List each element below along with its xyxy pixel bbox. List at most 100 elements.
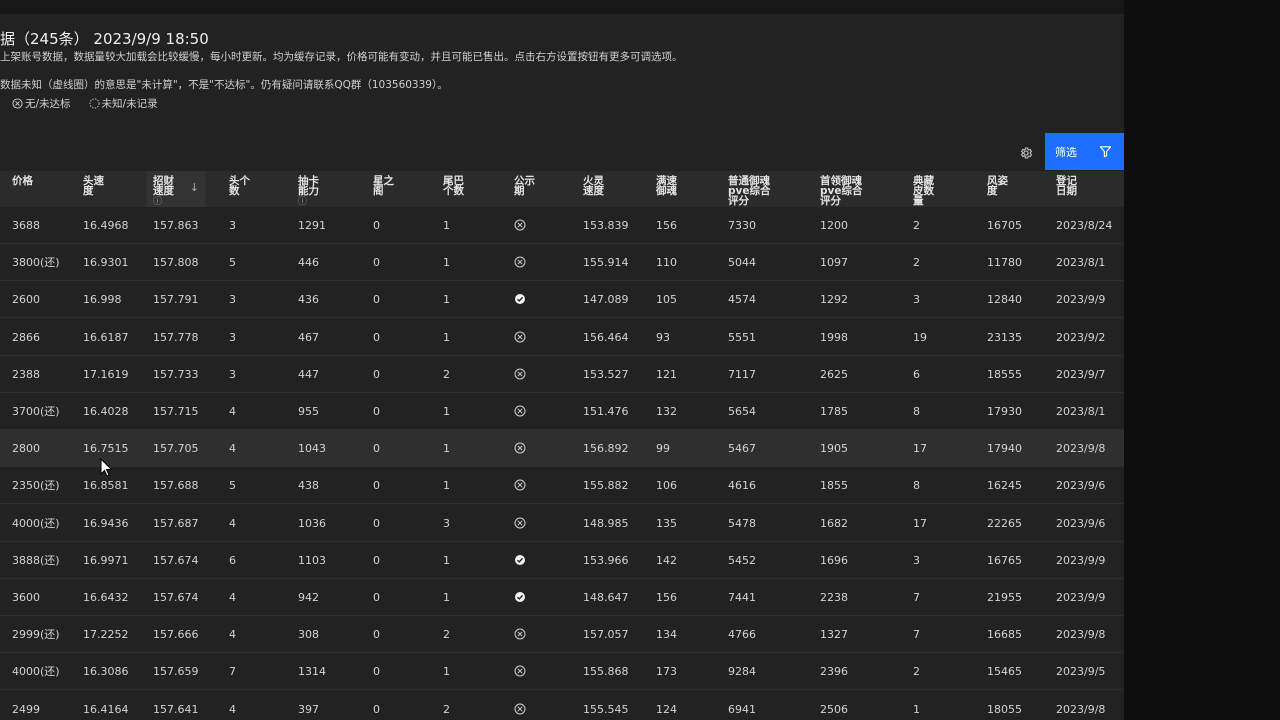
cell-pve_lead: 2506 — [820, 702, 848, 716]
check-circle-icon — [515, 554, 525, 565]
table-row[interactable]: 4000(还) 16.9436 157.687 4 1036 0 3 148.985 135 54… — [0, 505, 1124, 542]
cell-price: 3888(还) — [12, 553, 60, 567]
circle-x-icon — [514, 256, 526, 268]
column-header-xing[interactable]: 星之阁 — [373, 175, 413, 197]
info-icon[interactable]: ⓘ — [153, 197, 162, 207]
column-header-recruit_speed[interactable]: 招财速度 ⓘ ↓ — [147, 171, 205, 207]
cell-pve_lead: 1200 — [820, 219, 848, 232]
cell-pve_lead: 1682 — [820, 516, 848, 530]
cell-recruit_speed: 157.687 — [153, 516, 199, 530]
column-header-label: 首领御魂pve综合评分 — [820, 175, 863, 207]
table-row[interactable]: 2350(还) 16.8581 157.688 5 438 0 1 155.882 106 461… — [0, 467, 1124, 505]
cell-skin: 19 — [913, 330, 927, 344]
cell-skin: 7 — [913, 591, 920, 604]
cell-head_count: 4 — [229, 628, 236, 642]
table-row[interactable]: 3600 16.6432 157.674 4 942 0 1 148.647 156 7441 22… — [0, 579, 1124, 616]
funnel-icon — [1099, 146, 1112, 158]
table-row[interactable]: 4000(还) 16.3086 157.659 7 1314 0 1 155.868 173 92… — [0, 653, 1124, 691]
table-row[interactable]: 2499 16.4164 157.641 4 397 0 2 155.545 124 6941 25… — [0, 691, 1124, 720]
cell-pve: 5467 — [728, 442, 756, 456]
cell-full: 156 — [656, 591, 677, 604]
cell-tail: 1 — [443, 256, 450, 270]
column-header-public[interactable]: 公示期 — [514, 176, 554, 197]
column-header-style[interactable]: 风姿度 — [987, 176, 1027, 197]
cell-head_speed: 16.9301 — [83, 256, 129, 270]
cell-tail: 3 — [443, 516, 450, 530]
cell-pve: 6941 — [728, 702, 756, 716]
column-header-pve_lead[interactable]: 首领御魂pve综合评分 — [820, 176, 862, 207]
filter-button-label: 筛选 — [1055, 145, 1077, 159]
cell-pve: 9284 — [728, 665, 756, 679]
column-header-label: 星之阁 — [373, 175, 394, 197]
cell-head_speed: 16.4028 — [83, 405, 129, 418]
circle-x-icon — [514, 517, 526, 529]
table-row[interactable]: 2600 16.998 157.791 3 436 0 1 147.089 105 4574 129… — [0, 281, 1124, 319]
table-row[interactable]: 2999(还) 17.2252 157.666 4 308 0 2 157.057 134 476… — [0, 616, 1124, 654]
column-header-fire[interactable]: 火灵速度 — [583, 176, 623, 197]
column-header-date[interactable]: 登记日期 — [1056, 176, 1096, 197]
cell-tail: 1 — [443, 293, 450, 307]
table-row[interactable]: 2388 17.1619 157.733 3 447 0 2 153.527 121 7117 26… — [0, 356, 1124, 393]
table-row[interactable]: 3888(还) 16.9971 157.674 6 1103 0 1 153.966 142 54… — [0, 542, 1124, 579]
cell-head_count: 4 — [229, 442, 236, 456]
column-header-label: 满速御魂 — [656, 175, 677, 197]
cell-full: 156 — [656, 219, 677, 232]
cell-date: 2023/9/8 — [1056, 442, 1106, 456]
column-header-price[interactable]: 价格 — [12, 176, 52, 187]
cell-pve_lead: 1696 — [820, 553, 848, 567]
cell-head_count: 5 — [229, 479, 236, 493]
cell-pve_lead: 2396 — [820, 665, 848, 679]
cell-skin: 7 — [913, 628, 920, 642]
column-header-head_speed[interactable]: 头速度 — [83, 176, 123, 197]
cell-tail: 1 — [443, 442, 450, 456]
cell-full: 105 — [656, 293, 677, 307]
table-row[interactable]: 3800(还) 16.9301 157.808 5 446 0 1 155.914 110 504… — [0, 244, 1124, 282]
cell-xing: 0 — [373, 665, 380, 679]
column-header-tail[interactable]: 尾巴个数 — [443, 176, 483, 197]
table-row[interactable]: 3700(还) 16.4028 157.715 4 955 0 1 151.476 132 565… — [0, 393, 1124, 430]
cell-tail: 1 — [443, 665, 450, 679]
table-row[interactable]: 3688 16.4968 157.863 3 1291 0 1 153.839 156 7330 1… — [0, 207, 1124, 244]
filter-button[interactable]: 筛选 — [1045, 133, 1124, 170]
cell-xing: 0 — [373, 405, 380, 418]
table-row[interactable]: 2866 16.6187 157.778 3 467 0 1 156.464 93 5551 199… — [0, 319, 1124, 356]
cell-recruit_speed: 157.688 — [153, 479, 199, 493]
column-header-skin[interactable]: 典藏皮数量 — [913, 175, 953, 207]
sort-down-icon[interactable]: ↓ — [190, 182, 199, 193]
cell-date: 2023/9/6 — [1056, 516, 1106, 530]
cell-skin: 2 — [913, 219, 920, 232]
cell-skin: 6 — [913, 367, 920, 381]
cell-draw: 467 — [298, 330, 319, 344]
cell-pve: 4574 — [728, 293, 756, 307]
legend-unknown-label: 未知/未记录 — [101, 98, 158, 110]
cell-full: 132 — [656, 405, 677, 418]
settings-button[interactable] — [1017, 144, 1035, 162]
table-row[interactable]: 2800 16.7515 157.705 4 1043 0 1 156.892 99 5467 19… — [0, 430, 1124, 468]
cell-fire: 156.892 — [583, 442, 629, 456]
dashed-circle-icon — [89, 98, 100, 109]
cell-style: 17930 — [987, 405, 1022, 418]
cell-xing: 0 — [373, 330, 380, 344]
cell-head_speed: 16.6432 — [83, 591, 129, 604]
cell-head_count: 3 — [229, 293, 236, 307]
cell-pve: 5452 — [728, 553, 756, 567]
cell-price: 2800 — [12, 442, 40, 456]
column-header-pve[interactable]: 普通御魂pve综合评分 — [728, 176, 770, 207]
cell-price: 2600 — [12, 293, 40, 307]
cell-skin: 2 — [913, 665, 920, 679]
column-header-draw[interactable]: 抽卡能力 ⓘ — [298, 176, 338, 207]
cell-date: 2023/9/5 — [1056, 665, 1106, 679]
cell-draw: 446 — [298, 256, 319, 270]
cell-full: 99 — [656, 442, 670, 456]
cell-pve_lead: 1855 — [820, 479, 848, 493]
column-header-label: 招财速度 — [153, 175, 174, 197]
cell-skin: 17 — [913, 442, 927, 456]
info-icon[interactable]: ⓘ — [298, 197, 307, 207]
circle-x-icon — [514, 405, 526, 417]
description-line-1: 上架账号数据，数据量较大加载会比较缓慢，每小时更新。均为缓存记录，价格可能有变动… — [0, 51, 683, 63]
cell-xing: 0 — [373, 591, 380, 604]
column-header-full[interactable]: 满速御魂 — [656, 175, 696, 197]
column-header-head_count[interactable]: 头个数 — [229, 176, 269, 197]
column-header-label: 典藏皮数量 — [913, 175, 934, 207]
cell-xing: 0 — [373, 479, 380, 493]
